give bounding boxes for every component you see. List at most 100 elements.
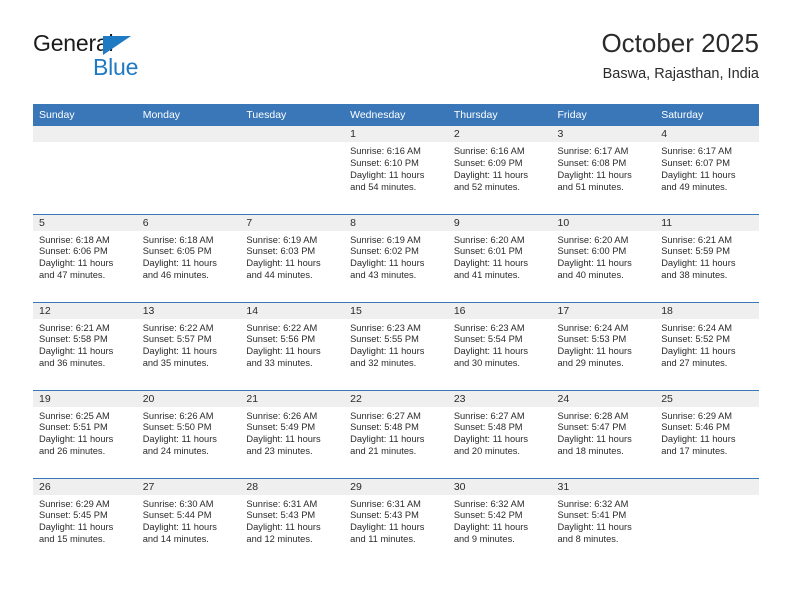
calendar-day-cell[interactable]: 19 Sunrise: 6:25 AM Sunset: 5:51 PM Dayligh… (33, 389, 137, 478)
day-detail-line: Sunrise: 6:32 AM (557, 498, 629, 509)
day-detail-line: and 36 minutes. (39, 358, 106, 369)
day-details: Sunrise: 6:22 AM Sunset: 5:56 PM Daylight:… (240, 319, 344, 371)
day-detail-line: Sunset: 5:52 PM (661, 334, 730, 345)
day-details: Sunrise: 6:21 AM Sunset: 5:58 PM Daylight:… (33, 319, 137, 371)
calendar-day-cell[interactable]: 5 Sunrise: 6:18 AM Sunset: 6:06 PM Daylight… (33, 213, 137, 302)
calendar-day-cell[interactable]: 13 Sunrise: 6:22 AM Sunset: 5:57 PM Dayligh… (136, 301, 241, 390)
calendar-week-row: 5 Sunrise: 6:18 AM Sunset: 6:06 PM Daylight… (33, 213, 759, 302)
day-number: 24 (551, 390, 656, 407)
calendar-page: General Blue October 2025 Baswa, Rajasth… (0, 0, 792, 612)
calendar-header-row: Sunday Monday Tuesday Wednesday Thursday… (33, 104, 759, 126)
calendar-day-cell[interactable]: 3 Sunrise: 6:17 AM Sunset: 6:08 PM Daylight… (551, 126, 656, 214)
day-detail-line: Sunrise: 6:22 AM (246, 322, 318, 333)
day-details: Sunrise: 6:29 AM Sunset: 5:45 PM Daylight:… (33, 495, 137, 547)
calendar-day-cell[interactable]: 25 Sunrise: 6:29 AM Sunset: 5:46 PM Dayligh… (655, 389, 759, 478)
calendar-day-cell[interactable]: 14 Sunrise: 6:22 AM Sunset: 5:56 PM Dayligh… (240, 301, 345, 390)
generalblue-logo: General Blue (33, 30, 263, 88)
day-detail-line: and 33 minutes. (246, 358, 313, 369)
day-details: Sunrise: 6:25 AM Sunset: 5:51 PM Daylight:… (33, 407, 137, 459)
day-detail-line: and 35 minutes. (142, 358, 209, 369)
day-number: 10 (551, 214, 656, 231)
day-detail-line: and 44 minutes. (246, 270, 313, 281)
calendar-day-cell[interactable]: 15 Sunrise: 6:23 AM Sunset: 5:55 PM Dayligh… (344, 301, 448, 390)
calendar-day-cell[interactable]: 23 Sunrise: 6:27 AM Sunset: 5:48 PM Dayligh… (447, 389, 552, 478)
day-detail-line: Daylight: 11 hours (142, 522, 217, 533)
calendar-day-cell[interactable]: 11 Sunrise: 6:21 AM Sunset: 5:59 PM Dayligh… (655, 213, 759, 302)
day-detail-line: Sunset: 5:50 PM (142, 422, 212, 433)
day-detail-line: Sunset: 6:06 PM (39, 246, 108, 257)
day-number: 28 (240, 478, 345, 495)
day-detail-line: Sunrise: 6:29 AM (39, 498, 110, 509)
calendar-day-cell[interactable]: 8 Sunrise: 6:19 AM Sunset: 6:02 PM Daylight… (344, 213, 448, 302)
calendar-day-cell[interactable]: 4 Sunrise: 6:17 AM Sunset: 6:07 PM Daylight… (655, 126, 759, 214)
calendar-day-cell[interactable]: 17 Sunrise: 6:24 AM Sunset: 5:53 PM Dayligh… (551, 301, 656, 390)
day-detail-line: and 11 minutes. (350, 534, 416, 545)
calendar-day-cell[interactable]: 20 Sunrise: 6:26 AM Sunset: 5:50 PM Dayligh… (136, 389, 241, 478)
calendar-day-cell[interactable]: 27 Sunrise: 6:30 AM Sunset: 5:44 PM Dayligh… (136, 477, 241, 566)
day-detail-line: and 41 minutes. (453, 270, 520, 281)
day-number: 21 (240, 390, 345, 407)
column-header-wednesday: Wednesday (344, 104, 448, 126)
day-detail-line: Sunset: 5:45 PM (39, 510, 108, 521)
day-detail-line: Sunrise: 6:29 AM (661, 410, 733, 421)
calendar-day-cell[interactable]: 12 Sunrise: 6:21 AM Sunset: 5:58 PM Dayligh… (33, 301, 137, 390)
day-detail-line: Daylight: 11 hours (246, 434, 321, 445)
day-details: Sunrise: 6:26 AM Sunset: 5:50 PM Daylight:… (137, 407, 241, 459)
day-number: 22 (344, 390, 448, 407)
day-detail-line: Daylight: 11 hours (453, 522, 529, 533)
day-number: 9 (447, 214, 552, 231)
day-number: 26 (33, 478, 137, 495)
day-details: Sunrise: 6:19 AM Sunset: 6:02 PM Daylight:… (344, 231, 448, 283)
calendar-day-cell[interactable]: 31 Sunrise: 6:32 AM Sunset: 5:41 PM Dayligh… (551, 477, 656, 566)
day-detail-line: Sunrise: 6:26 AM (142, 410, 214, 421)
day-details: Sunrise: 6:19 AM Sunset: 6:03 PM Daylight:… (240, 231, 344, 283)
day-detail-line: Daylight: 11 hours (350, 346, 425, 357)
calendar-day-cell[interactable]: 7 Sunrise: 6:19 AM Sunset: 6:03 PM Daylight… (240, 213, 345, 302)
calendar-day-cell[interactable]: 22 Sunrise: 6:27 AM Sunset: 5:48 PM Dayligh… (344, 389, 448, 478)
day-detail-line: and 29 minutes. (557, 358, 624, 369)
calendar-day-cell[interactable]: 28 Sunrise: 6:31 AM Sunset: 5:43 PM Dayligh… (240, 477, 345, 566)
day-detail-line: Sunrise: 6:24 AM (661, 322, 733, 333)
day-detail-line: Sunset: 6:07 PM (661, 157, 730, 168)
calendar-day-cell[interactable]: 1 Sunrise: 6:16 AM Sunset: 6:10 PM Daylight… (344, 126, 448, 214)
day-detail-line: Daylight: 11 hours (39, 434, 114, 445)
calendar-day-cell[interactable]: 29 Sunrise: 6:31 AM Sunset: 5:43 PM Dayligh… (344, 477, 448, 566)
day-details: Sunrise: 6:16 AM Sunset: 6:10 PM Daylight:… (344, 142, 448, 194)
calendar-day-cell[interactable]: 24 Sunrise: 6:28 AM Sunset: 5:47 PM Dayligh… (551, 389, 656, 478)
day-number: 15 (344, 302, 448, 319)
day-detail-line: Sunrise: 6:21 AM (39, 322, 110, 333)
day-details: Sunrise: 6:16 AM Sunset: 6:09 PM Daylight:… (448, 142, 552, 194)
day-detail-line: Sunset: 5:49 PM (246, 422, 316, 433)
day-number (136, 126, 241, 142)
day-detail-line: Daylight: 11 hours (453, 258, 529, 269)
day-detail-line: and 46 minutes. (142, 270, 209, 281)
day-detail-line: Sunrise: 6:26 AM (246, 410, 318, 421)
day-detail-line: Sunrise: 6:16 AM (350, 146, 421, 156)
calendar-day-cell[interactable]: 30 Sunrise: 6:32 AM Sunset: 5:42 PM Dayligh… (447, 477, 552, 566)
day-detail-line: Sunrise: 6:27 AM (350, 410, 421, 421)
calendar-day-cell[interactable]: 26 Sunrise: 6:29 AM Sunset: 5:45 PM Dayligh… (33, 477, 137, 566)
title-block: October 2025 Baswa, Rajasthan, India (601, 26, 759, 85)
day-details (33, 142, 137, 146)
day-details: Sunrise: 6:32 AM Sunset: 5:41 PM Daylight:… (552, 495, 656, 547)
day-detail-line: and 54 minutes. (350, 181, 417, 192)
day-detail-line: Daylight: 11 hours (350, 169, 425, 180)
day-detail-line: Daylight: 11 hours (350, 258, 425, 269)
day-details: Sunrise: 6:18 AM Sunset: 6:05 PM Daylight:… (137, 231, 241, 283)
day-detail-line: Daylight: 11 hours (39, 522, 114, 533)
day-detail-line: and 24 minutes. (142, 446, 209, 457)
calendar-day-cell[interactable]: 18 Sunrise: 6:24 AM Sunset: 5:52 PM Dayligh… (655, 301, 759, 390)
calendar-day-cell[interactable]: 6 Sunrise: 6:18 AM Sunset: 6:05 PM Daylight… (136, 213, 241, 302)
calendar-day-cell[interactable]: 2 Sunrise: 6:16 AM Sunset: 6:09 PM Daylight… (447, 126, 552, 214)
page-subtitle: Baswa, Rajasthan, India (602, 66, 759, 82)
calendar-day-cell[interactable]: 16 Sunrise: 6:23 AM Sunset: 5:54 PM Dayligh… (447, 301, 552, 390)
calendar-day-cell[interactable]: 21 Sunrise: 6:26 AM Sunset: 5:49 PM Dayligh… (240, 389, 345, 478)
day-details: Sunrise: 6:24 AM Sunset: 5:52 PM Daylight:… (655, 319, 759, 371)
day-details: Sunrise: 6:21 AM Sunset: 5:59 PM Daylight:… (655, 231, 759, 283)
day-detail-line: Sunrise: 6:18 AM (39, 234, 110, 245)
calendar-week-row: 12 Sunrise: 6:21 AM Sunset: 5:58 PM Dayligh… (33, 301, 759, 390)
calendar-day-cell[interactable]: 10 Sunrise: 6:20 AM Sunset: 6:00 PM Dayligh… (551, 213, 656, 302)
day-detail-line: and 51 minutes. (557, 181, 624, 192)
day-detail-line: Sunrise: 6:19 AM (350, 234, 421, 245)
calendar-day-cell[interactable]: 9 Sunrise: 6:20 AM Sunset: 6:01 PM Daylight… (447, 213, 552, 302)
